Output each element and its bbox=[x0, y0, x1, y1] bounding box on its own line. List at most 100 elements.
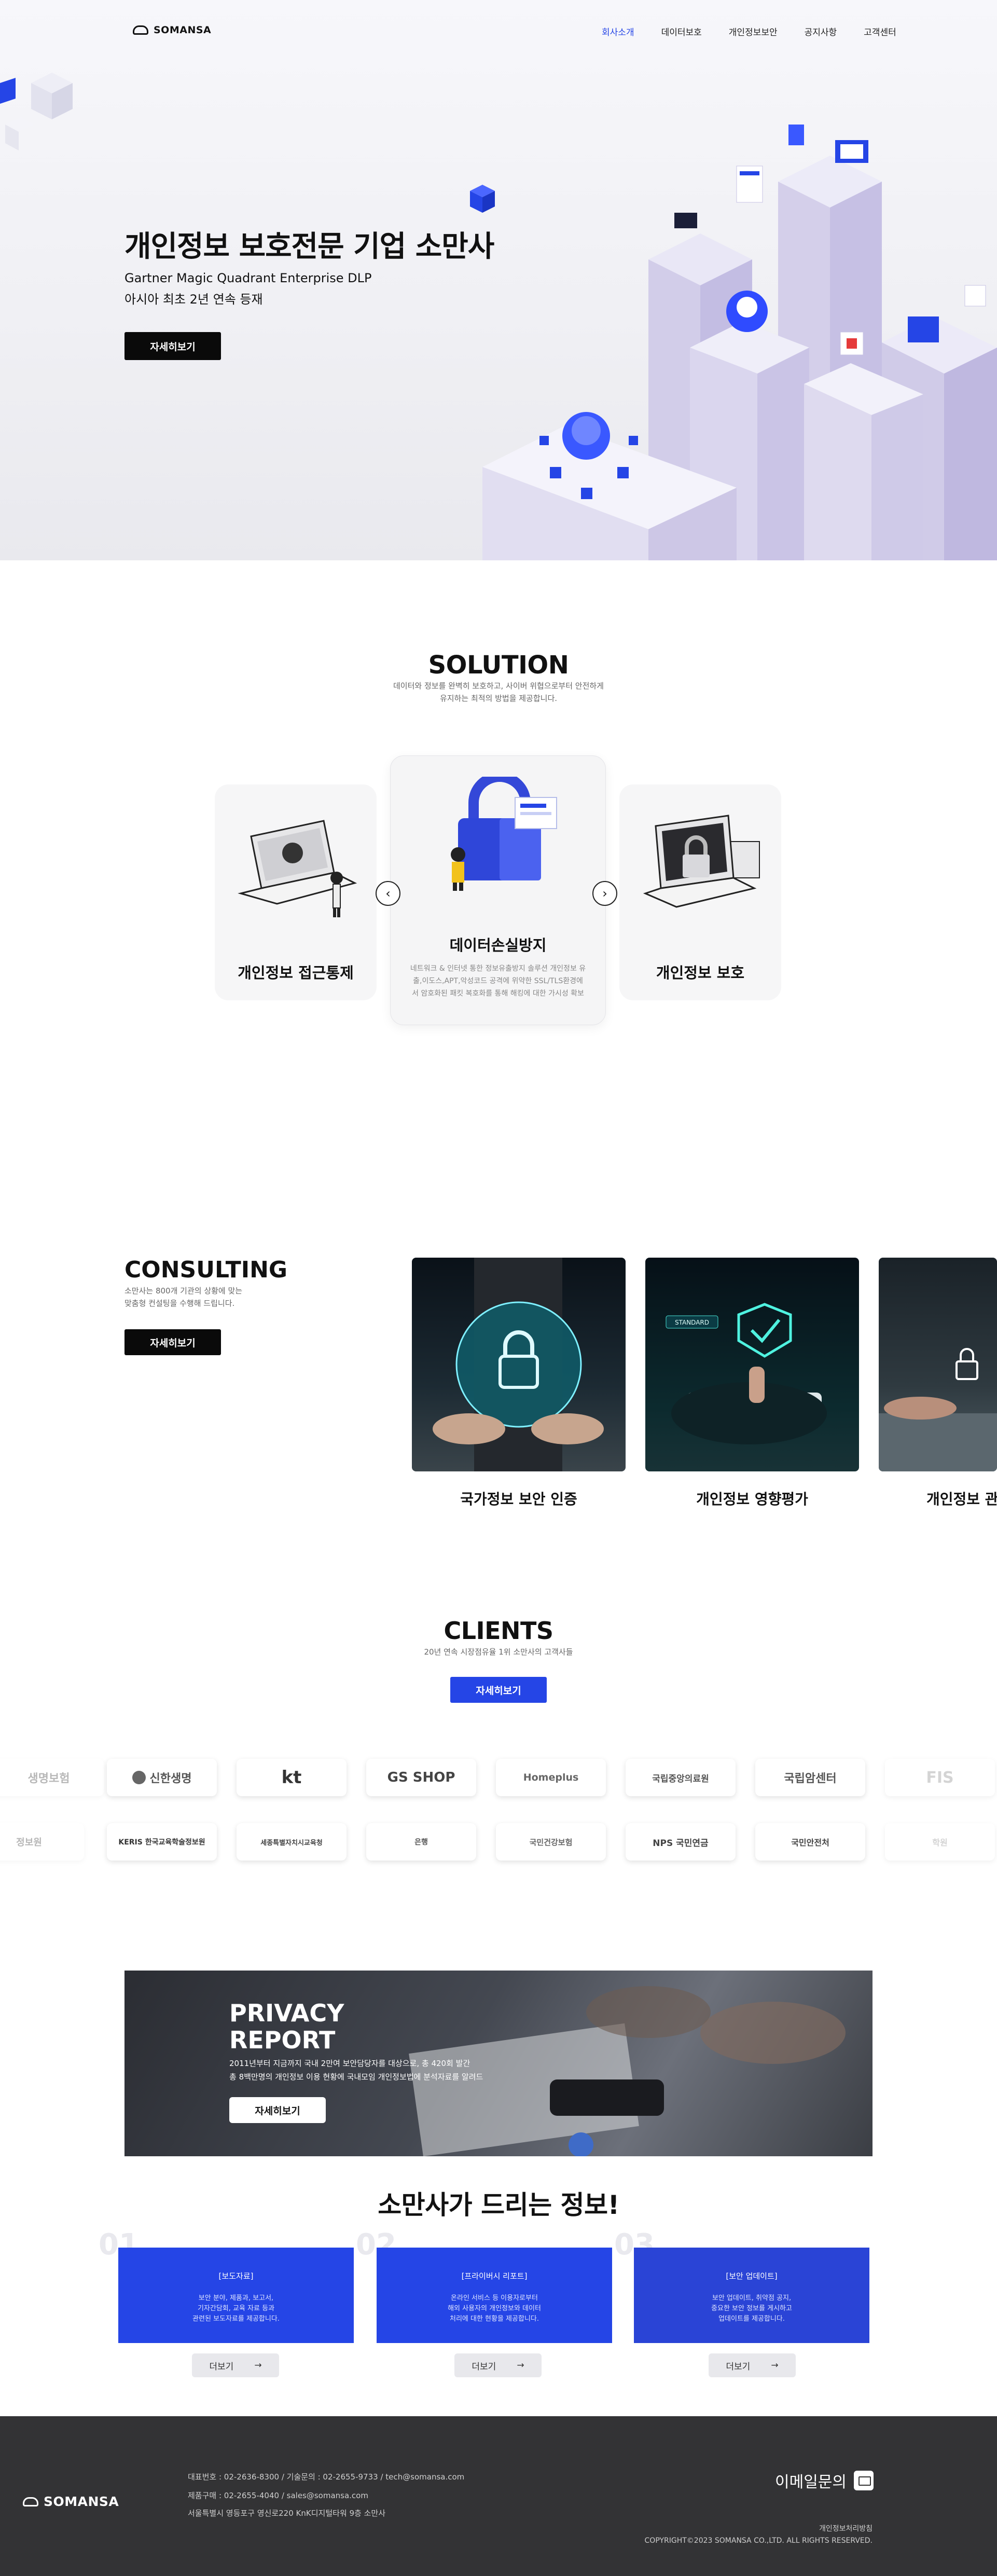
footer-sales-line: 제품구매 : 02-2655-4040 / sales@somansa.com bbox=[188, 2491, 368, 2500]
solution-card-body: 네트워크 & 인터넷 통한 정보유출방지 솔루션 개인정보 유 출,이도스,AP… bbox=[405, 962, 591, 1000]
report-desc-line: 총 8백만명의 개인정보 이용 현황에 국내모임 개인정보법에 분석자료를 알려… bbox=[229, 2072, 483, 2082]
solution-card-label: 개인정보 보호 bbox=[656, 964, 745, 982]
info-card-desc-line: 보안 분야, 제품과, 보고서, bbox=[198, 2294, 274, 2302]
chevron-right-icon: › bbox=[602, 886, 607, 901]
consulting-detail-button[interactable]: 자세히보기 bbox=[124, 1329, 221, 1355]
footer-logo[interactable]: SOMANSA bbox=[23, 2494, 119, 2509]
footer-copyright: COPYRIGHT©2023 SOMANSA CO.,LTD. ALL RIGH… bbox=[644, 2537, 873, 2545]
more-button-label: 더보기 bbox=[472, 2361, 496, 2372]
footer-address-line: 서울특별시 영등포구 영신로220 KnK디지털타워 9층 소만사 bbox=[188, 2509, 385, 2518]
mail-icon bbox=[854, 2471, 874, 2490]
report-title-line: REPORT bbox=[229, 2026, 336, 2054]
arrow-right-icon: → bbox=[771, 2360, 779, 2371]
info-card-desc: 온라인 서비스 등 이용자로부터 해외 사용자의 개인정보와 데이터 처리에 대… bbox=[377, 2293, 612, 2324]
client-logo: 정보원 bbox=[0, 1823, 84, 1861]
info-card-desc-line: 관련된 보도자료를 제공합니다. bbox=[192, 2315, 280, 2323]
client-logo: 국민안전처 bbox=[755, 1823, 865, 1861]
info-card-desc-line: 해외 사용자의 개인정보와 데이터 bbox=[448, 2305, 541, 2312]
report-title: PRIVACY REPORT bbox=[229, 2000, 344, 2054]
client-logo: FIS bbox=[885, 1759, 995, 1796]
solution-card-dlp[interactable]: 데이터손실방지 네트워크 & 인터넷 통한 정보유출방지 솔루션 개인정보 유 … bbox=[390, 755, 606, 1025]
shield-tablet-image: STANDARD bbox=[666, 1303, 827, 1444]
more-button[interactable]: 더보기 → bbox=[454, 2353, 542, 2377]
standard-label: STANDARD bbox=[675, 1319, 709, 1326]
info-card-desc: 보안 업데이트, 취약점 공지, 중요한 보안 정보를 게시하고 업데이트를 제… bbox=[634, 2293, 869, 2324]
hero-title: 개인정보 보호전문 기업 소만사 bbox=[124, 230, 494, 264]
info-card-desc: 보안 분야, 제품과, 보고서, 기자간담회, 교육 자료 등과 관련된 보도자… bbox=[118, 2293, 354, 2324]
email-inquiry-button[interactable]: 이메일문의 bbox=[775, 2469, 874, 2492]
solution-card-body-line: 출,이도스,APT,악성코드 공격에 위약한 SSL/TLS환경에 bbox=[413, 977, 583, 985]
laptop-lock-image bbox=[879, 1348, 997, 1471]
more-button[interactable]: 더보기 → bbox=[192, 2353, 279, 2377]
info-card-desc-line: 보안 업데이트, 취약점 공지, bbox=[712, 2294, 792, 2302]
nav-item-privacy-security[interactable]: 개인정보보안 bbox=[729, 25, 778, 38]
solution-desc: 데이터와 정보를 완벽히 보호하고, 사이버 위협으로부터 안전하게 유지하는 … bbox=[0, 680, 997, 705]
privacy-policy-link[interactable]: 개인정보처리방침 bbox=[819, 2523, 873, 2533]
solution-card-body-line: 서 암호화된 패킷 복호화를 통해 해킹에 대한 가시성 확보 bbox=[412, 989, 584, 998]
consulting-title: CONSULTING bbox=[124, 1257, 288, 1283]
email-inquiry-label: 이메일문의 bbox=[775, 2473, 847, 2491]
info-card-desc-line: 중요한 보안 정보를 게시하고 bbox=[711, 2305, 792, 2312]
footer-brand-name: SOMANSA bbox=[44, 2494, 119, 2509]
report-detail-button[interactable]: 자세히보기 bbox=[229, 2097, 326, 2123]
nav-item-notice[interactable]: 공지사항 bbox=[805, 25, 837, 38]
hero-detail-button[interactable]: 자세히보기 bbox=[124, 332, 221, 360]
report-title-line: PRIVACY bbox=[229, 1999, 344, 2027]
info-card-desc-line: 처리에 대한 현황을 제공합니다. bbox=[449, 2315, 539, 2323]
report-desc: 2011년부터 지금까지 국내 2만여 보안담당자를 대상으로, 총 420회 … bbox=[229, 2057, 483, 2084]
carousel-prev-button[interactable]: ‹ bbox=[376, 881, 400, 906]
more-button-label: 더보기 bbox=[726, 2361, 751, 2372]
client-logo: Homeplus bbox=[496, 1759, 606, 1796]
consulting-image-isms[interactable] bbox=[412, 1258, 626, 1471]
info-card-tag: [프라이버시 리포트] bbox=[461, 2271, 528, 2281]
client-logo: 은행 bbox=[366, 1823, 476, 1861]
consulting-image-privacy[interactable] bbox=[879, 1258, 997, 1471]
nav-item-company[interactable]: 회사소개 bbox=[602, 25, 634, 38]
globe-lock-image bbox=[433, 1258, 604, 1471]
hero-section: 개인정보 보호전문 기업 소만사 Gartner Magic Quadrant … bbox=[0, 0, 997, 560]
nav-item-data-protection[interactable]: 데이터보호 bbox=[661, 25, 702, 38]
client-logo: 국립암센터 bbox=[755, 1759, 865, 1796]
client-logo: kt bbox=[237, 1759, 347, 1796]
info-card-tag: [보도자료] bbox=[218, 2271, 254, 2281]
client-logo-text: 신한생명 bbox=[149, 1772, 192, 1785]
site-header: SOMANSA 회사소개 데이터보호 개인정보보안 공지사항 고객센터 bbox=[0, 0, 997, 62]
hero-subtitle-2: 아시아 최초 2년 연속 등재 bbox=[124, 292, 263, 307]
laptop-hacker-illustration bbox=[238, 820, 357, 917]
consulting-caption: 개인정보 영향평가 bbox=[696, 1491, 808, 1508]
consulting-desc-line: 소만사는 800개 기관의 상황에 맞는 bbox=[124, 1286, 243, 1296]
client-logo: KERIS 한국교육학술정보원 bbox=[107, 1823, 217, 1861]
client-logo: 국민건강보험 bbox=[496, 1823, 606, 1861]
info-card-press[interactable]: [보도자료] 보안 분야, 제품과, 보고서, 기자간담회, 교육 자료 등과 … bbox=[118, 2248, 354, 2343]
more-button[interactable]: 더보기 → bbox=[709, 2353, 796, 2377]
solution-card-label: 데이터손실방지 bbox=[449, 936, 547, 954]
solution-card-body-line: 네트워크 & 인터넷 통한 정보유출방지 솔루션 개인정보 유 bbox=[410, 965, 586, 973]
clients-detail-button[interactable]: 자세히보기 bbox=[450, 1677, 547, 1703]
solution-card-privacy-protection[interactable]: 개인정보 보호 bbox=[619, 784, 781, 1000]
cubes-illustration bbox=[0, 73, 73, 150]
client-logo: 신한생명 bbox=[107, 1759, 217, 1796]
consulting-image-pia[interactable]: STANDARD bbox=[645, 1258, 859, 1471]
info-card-tag: [보안 업데이트] bbox=[726, 2271, 778, 2281]
client-logo: GS SHOP bbox=[366, 1759, 476, 1796]
client-logo: 학원 bbox=[885, 1823, 995, 1861]
more-button-label: 더보기 bbox=[209, 2361, 234, 2372]
info-card-desc-line: 온라인 서비스 등 이용자로부터 bbox=[451, 2294, 538, 2302]
consulting-caption: 국가정보 보안 인증 bbox=[460, 1491, 577, 1508]
solution-desc-line: 데이터와 정보를 완벽히 보호하고, 사이버 위협으로부터 안전하게 bbox=[393, 681, 604, 691]
padlock-illustration bbox=[451, 777, 557, 891]
info-card-security-update[interactable]: [보안 업데이트] 보안 업데이트, 취약점 공지, 중요한 보안 정보를 게시… bbox=[634, 2248, 869, 2343]
security-platform-illustration bbox=[482, 125, 997, 560]
solution-title: SOLUTION bbox=[428, 651, 569, 680]
consulting-desc-line: 맞춤형 컨설팅을 수행해 드립니다. bbox=[124, 1299, 235, 1308]
carousel-next-button[interactable]: › bbox=[592, 881, 617, 906]
nav-item-support[interactable]: 고객센터 bbox=[864, 25, 896, 38]
clients-title: CLIENTS bbox=[444, 1617, 553, 1645]
solution-card-access-control[interactable]: 개인정보 접근통제 bbox=[215, 784, 377, 1000]
info-card-privacy-report[interactable]: [프라이버시 리포트] 온라인 서비스 등 이용자로부터 해외 사용자의 개인정… bbox=[377, 2248, 612, 2343]
info-card-desc-line: 업데이트를 제공합니다. bbox=[718, 2315, 785, 2323]
chevron-left-icon: ‹ bbox=[385, 886, 391, 901]
privacy-report-banner: PRIVACY REPORT 2011년부터 지금까지 국내 2만여 보안담당자… bbox=[124, 1971, 873, 2156]
arrow-right-icon: → bbox=[254, 2360, 262, 2371]
site-logo[interactable]: SOMANSA bbox=[133, 24, 211, 36]
